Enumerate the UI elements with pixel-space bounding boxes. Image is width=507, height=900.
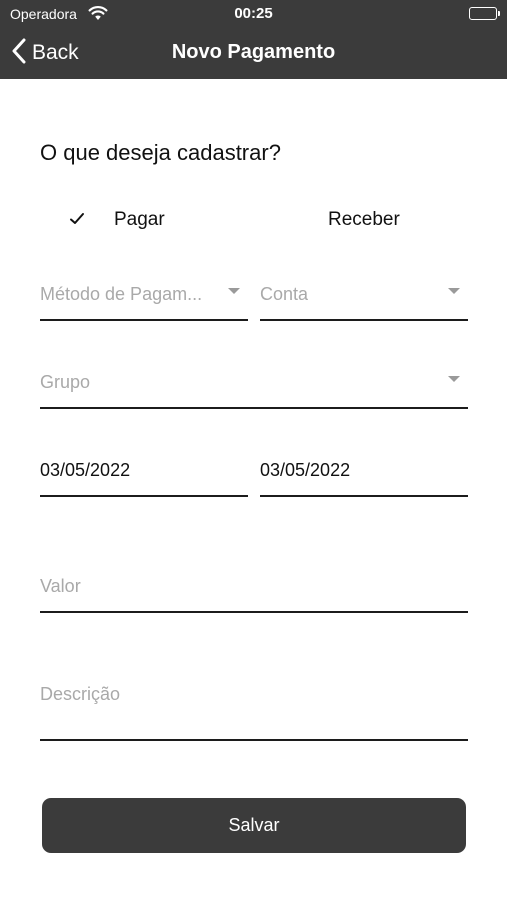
save-button-label: Salvar <box>228 815 280 835</box>
dropdown-arrow-icon <box>448 288 460 294</box>
checkmark-icon <box>68 210 92 231</box>
date-field-1-value: 03/05/2022 <box>40 460 131 480</box>
group-select[interactable]: Grupo <box>40 350 468 409</box>
payment-method-placeholder: Método de Pagam... <box>40 284 203 304</box>
option-receber[interactable]: Receber <box>328 205 400 235</box>
description-input[interactable]: Descrição <box>40 660 468 741</box>
status-bar: Operadora 00:25 <box>0 0 507 28</box>
payment-method-select[interactable]: Método de Pagam... <box>40 262 248 321</box>
battery-icon <box>469 7 500 20</box>
clock-time: 00:25 <box>234 5 273 22</box>
option-pagar[interactable]: Pagar <box>68 205 165 235</box>
page-title: Novo Pagamento <box>171 41 336 63</box>
save-button[interactable]: Salvar <box>42 798 466 853</box>
option-receber-label: Receber <box>328 209 400 230</box>
date-field-2[interactable]: 03/05/2022 <box>260 438 468 497</box>
form-question: O que deseja cadastrar? <box>40 140 281 165</box>
dropdown-arrow-icon <box>448 376 460 382</box>
option-pagar-label: Pagar <box>114 209 165 230</box>
dropdown-arrow-icon <box>228 288 240 294</box>
account-placeholder: Conta <box>260 284 309 304</box>
value-input[interactable]: Valor <box>40 560 468 613</box>
date-field-1[interactable]: 03/05/2022 <box>40 438 248 497</box>
description-placeholder: Descrição <box>40 684 121 704</box>
date-field-2-value: 03/05/2022 <box>260 460 351 480</box>
value-placeholder: Valor <box>40 576 81 596</box>
group-placeholder: Grupo <box>40 372 91 392</box>
account-select[interactable]: Conta <box>260 262 468 321</box>
navigation-bar: Back Novo Pagamento <box>0 28 507 79</box>
